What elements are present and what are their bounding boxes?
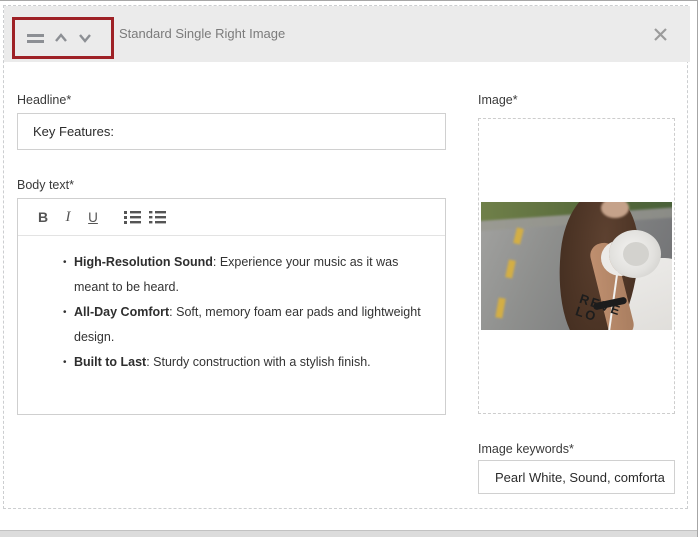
feature-list: High-Resolution Sound: Experience your m… [18,250,427,375]
drag-handle-icon[interactable] [27,34,44,43]
page-editor-canvas: Standard Single Right Image Headline* Bo… [0,0,698,537]
image-keywords-input[interactable] [478,460,675,494]
image-keywords-label: Image keywords* [478,442,574,456]
underline-button[interactable]: U [81,205,105,229]
body-text-label: Body text* [17,178,74,192]
rte-toolbar: B I U [18,199,445,236]
move-controls-annotation [12,17,114,59]
unordered-list-icon[interactable] [145,205,169,229]
component-title: Standard Single Right Image [119,6,285,62]
close-icon[interactable] [653,27,668,42]
image-label: Image* [478,93,518,107]
headline-input[interactable] [17,113,446,150]
list-item: Built to Last: Sturdy construction with … [74,350,427,375]
bold-button[interactable]: B [31,205,55,229]
chevron-down-icon[interactable] [78,33,92,43]
component-header: Standard Single Right Image [4,6,690,62]
list-item: High-Resolution Sound: Experience your m… [74,250,427,300]
next-component-strip [0,530,698,537]
chevron-up-icon[interactable] [54,33,68,43]
body-text-editor: B I U High-Resolution Sound: Experience … [17,198,446,415]
body-text-content[interactable]: High-Resolution Sound: Experience your m… [18,236,445,414]
ordered-list-icon[interactable] [120,205,144,229]
headline-label: Headline* [17,93,71,107]
image-dropzone[interactable]: REVELO [478,118,675,414]
list-item: All-Day Comfort: Soft, memory foam ear p… [74,300,427,350]
italic-button[interactable]: I [56,205,80,229]
headphones-photo: REVELO [481,202,672,330]
